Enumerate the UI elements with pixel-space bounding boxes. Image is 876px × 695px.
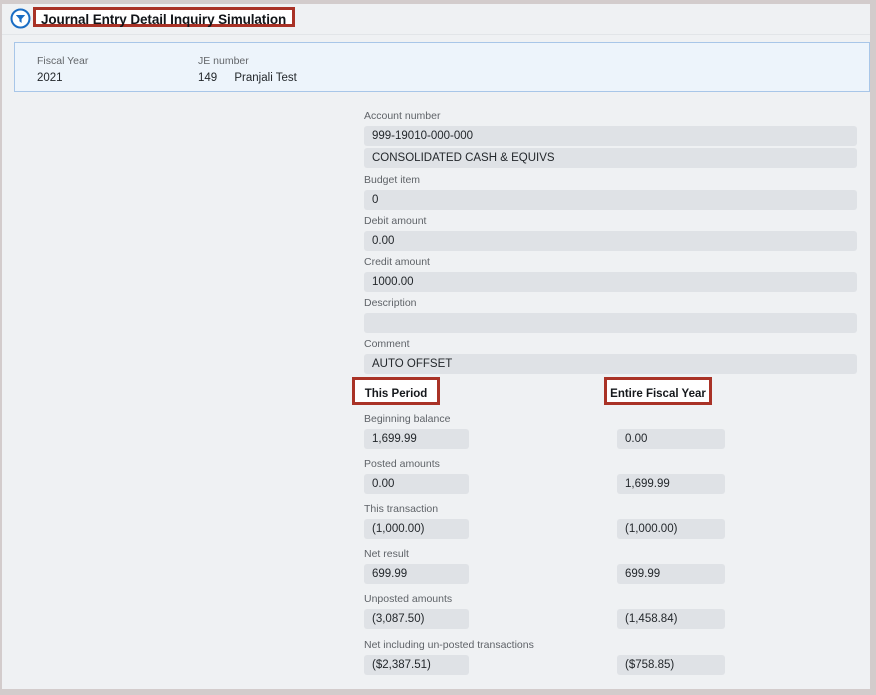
summary-field-fiscal-year: Fiscal Year 2021: [37, 55, 88, 85]
field-net-including-unposted-entire-fiscal-year[interactable]: ($758.85): [617, 655, 725, 675]
filter-circle-icon[interactable]: [10, 8, 31, 29]
field-beginning-balance-this-period[interactable]: 1,699.99: [364, 429, 469, 449]
field-beginning-balance-entire-fiscal-year[interactable]: 0.00: [617, 429, 725, 449]
label-budget-item: Budget item: [364, 174, 421, 186]
field-this-transaction-entire-fiscal-year[interactable]: (1,000.00): [617, 519, 725, 539]
field-debit-amount[interactable]: 0.00: [364, 231, 857, 251]
application-frame: Journal Entry Detail Inquiry Simulation …: [0, 0, 876, 695]
journal-entry-summary-banner: Fiscal Year 2021 JE number 149 Pranjali …: [14, 42, 870, 92]
summary-field-je-number: JE number 149 Pranjali Test: [198, 55, 297, 85]
column-heading-entire-fiscal-year: Entire Fiscal Year: [604, 377, 712, 405]
fiscal-year-label: Fiscal Year: [37, 55, 89, 67]
fiscal-year-value: 2021: [37, 72, 63, 84]
label-description: Description: [364, 297, 417, 309]
label-account-number: Account number: [364, 110, 441, 122]
field-description[interactable]: [364, 313, 857, 333]
label-debit-amount: Debit amount: [364, 215, 427, 227]
je-number-value-row: 149 Pranjali Test: [198, 71, 297, 85]
label-posted-amounts: Posted amounts: [364, 458, 440, 470]
je-number-label: JE number: [198, 55, 249, 67]
field-posted-amounts-entire-fiscal-year[interactable]: 1,699.99: [617, 474, 725, 494]
field-credit-amount[interactable]: 1000.00: [364, 272, 857, 292]
field-unposted-amounts-this-period[interactable]: (3,087.50): [364, 609, 469, 629]
field-net-including-unposted-this-period[interactable]: ($2,387.51): [364, 655, 469, 675]
label-unposted-amounts: Unposted amounts: [364, 593, 453, 605]
field-this-transaction-this-period[interactable]: (1,000.00): [364, 519, 469, 539]
page-header: Journal Entry Detail Inquiry Simulation: [2, 4, 870, 35]
page-title: Journal Entry Detail Inquiry Simulation: [33, 7, 296, 27]
label-net-including-unposted: Net including un-posted transactions: [364, 639, 534, 651]
label-beginning-balance: Beginning balance: [364, 413, 451, 425]
field-account-number[interactable]: 999-19010-000-000: [364, 126, 857, 146]
label-comment: Comment: [364, 338, 410, 350]
column-heading-this-period: This Period: [352, 377, 440, 405]
fiscal-year-value-row: 2021: [37, 71, 88, 85]
field-posted-amounts-this-period[interactable]: 0.00: [364, 474, 469, 494]
field-comment[interactable]: AUTO OFFSET: [364, 354, 857, 374]
je-number-value: 149: [198, 72, 218, 84]
field-account-description[interactable]: CONSOLIDATED CASH & EQUIVS: [364, 148, 857, 168]
field-net-result-this-period[interactable]: 699.99: [364, 564, 469, 584]
field-budget-item[interactable]: 0: [364, 190, 857, 210]
field-unposted-amounts-entire-fiscal-year[interactable]: (1,458.84): [617, 609, 725, 629]
label-this-transaction: This transaction: [364, 503, 439, 515]
field-net-result-entire-fiscal-year[interactable]: 699.99: [617, 564, 725, 584]
label-credit-amount: Credit amount: [364, 256, 430, 268]
je-description-value: Pranjali Test: [234, 72, 297, 84]
label-net-result: Net result: [364, 548, 409, 560]
